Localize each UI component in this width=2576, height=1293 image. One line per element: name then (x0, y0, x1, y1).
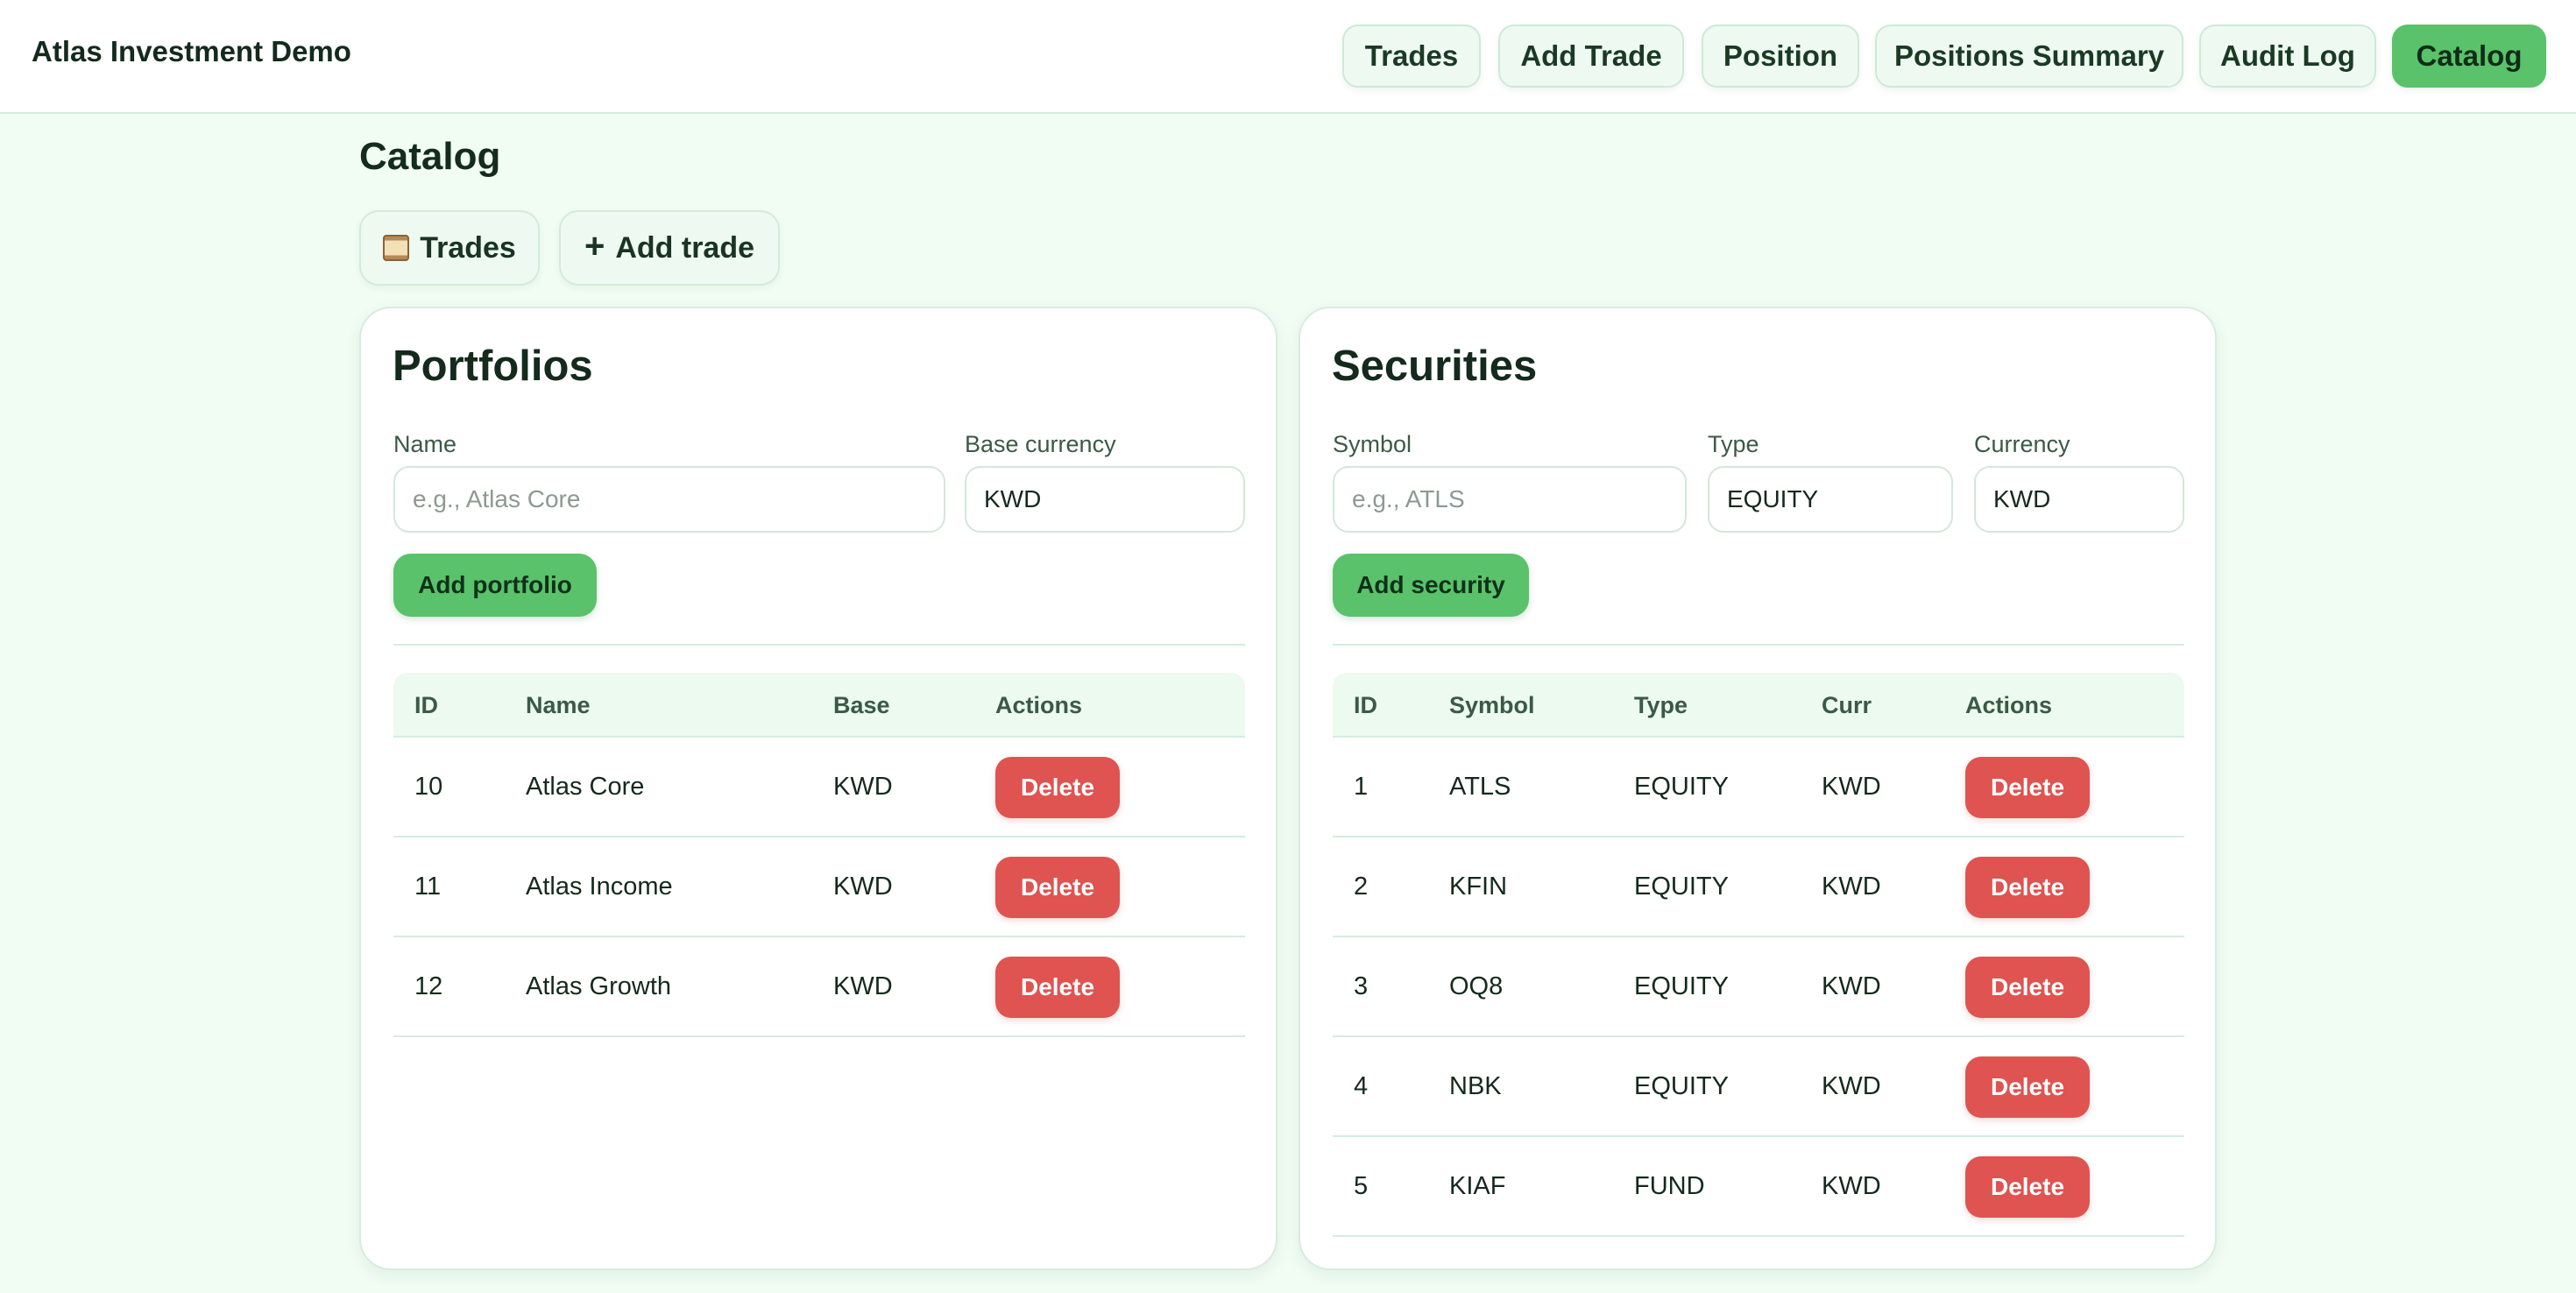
scroll-icon (383, 235, 410, 261)
quick-trades-button[interactable]: Trades (359, 210, 540, 286)
security-curr: KWD (1822, 972, 1881, 1000)
table-row: 11 Atlas Income KWD Delete (393, 837, 1245, 937)
base-currency-input[interactable] (965, 466, 1245, 533)
security-id: 1 (1354, 773, 1369, 801)
security-symbol: KFIN (1449, 873, 1508, 901)
securities-divider (1333, 644, 2184, 646)
delete-security-button[interactable]: Delete (1965, 1056, 2090, 1118)
security-curr: KWD (1822, 873, 1881, 901)
security-type: EQUITY (1634, 972, 1729, 1000)
nav-add-trade-button[interactable]: Add Trade (1498, 25, 1684, 88)
security-symbol: KIAF (1449, 1172, 1506, 1200)
portfolio-name: Atlas Income (526, 873, 673, 901)
security-id: 5 (1354, 1172, 1369, 1200)
security-type: EQUITY (1634, 773, 1729, 801)
portfolio-base: KWD (833, 773, 893, 801)
app-title: Atlas Investment Demo (32, 35, 351, 67)
nav-audit-log-button[interactable]: Audit Log (2199, 25, 2376, 88)
securities-table-header: ID Symbol Type Curr Actions (1333, 673, 2184, 738)
page-title: Catalog (359, 135, 501, 178)
quick-trades-label: Trades (420, 230, 516, 265)
nav-catalog-button[interactable]: Catalog (2392, 25, 2546, 88)
base-currency-label: Base currency (965, 431, 1116, 457)
security-symbol: NBK (1449, 1072, 1502, 1100)
currency-label: Currency (1974, 431, 2070, 457)
security-curr: KWD (1822, 1072, 1881, 1100)
security-curr: KWD (1822, 1172, 1881, 1200)
add-security-button[interactable]: Add security (1333, 554, 1529, 617)
portfolio-base: KWD (833, 972, 893, 1000)
portfolio-name-input[interactable] (393, 466, 945, 533)
column-header-symbol: Symbol (1449, 692, 1535, 718)
column-header-actions: Actions (995, 692, 1083, 718)
column-header-type: Type (1634, 692, 1688, 718)
security-id: 2 (1354, 873, 1369, 901)
type-input[interactable] (1708, 466, 1953, 533)
table-row: 4 NBK EQUITY KWD Delete (1333, 1037, 2184, 1137)
portfolios-title: Portfolios (393, 343, 593, 390)
portfolios-table: ID Name Base Actions 10 Atlas Core KWD D… (393, 673, 1245, 1037)
table-row: 10 Atlas Core KWD Delete (393, 738, 1245, 837)
add-portfolio-button[interactable]: Add portfolio (393, 554, 597, 617)
nav-position-button[interactable]: Position (1702, 25, 1859, 88)
security-type: EQUITY (1634, 1072, 1729, 1100)
security-type: EQUITY (1634, 873, 1729, 901)
portfolio-name-label: Name (393, 431, 457, 457)
portfolio-base: KWD (833, 873, 893, 901)
plus-icon: + (584, 227, 605, 265)
portfolio-name: Atlas Growth (526, 972, 671, 1000)
delete-portfolio-button[interactable]: Delete (995, 857, 1120, 918)
portfolio-id: 12 (414, 972, 443, 1000)
security-symbol: OQ8 (1449, 972, 1504, 1000)
portfolios-card: Portfolios Name Base currency Add portfo… (359, 307, 1277, 1270)
delete-security-button[interactable]: Delete (1965, 957, 2090, 1018)
securities-card: Securities Symbol Type Currency Add secu… (1299, 307, 2217, 1270)
delete-security-button[interactable]: Delete (1965, 857, 2090, 918)
delete-security-button[interactable]: Delete (1965, 757, 2090, 818)
type-label: Type (1708, 431, 1759, 457)
table-row: 5 KIAF FUND KWD Delete (1333, 1137, 2184, 1237)
quick-add-trade-button[interactable]: + Add trade (559, 210, 780, 286)
portfolio-id: 11 (414, 873, 442, 901)
column-header-id: ID (414, 692, 438, 718)
top-header: Atlas Investment Demo Trades Add Trade P… (0, 0, 2576, 114)
security-id: 3 (1354, 972, 1369, 1000)
delete-portfolio-button[interactable]: Delete (995, 757, 1120, 818)
table-row: 2 KFIN EQUITY KWD Delete (1333, 837, 2184, 937)
quick-add-trade-label: Add trade (615, 230, 755, 265)
symbol-input[interactable] (1333, 466, 1687, 533)
security-symbol: ATLS (1449, 773, 1511, 801)
delete-security-button[interactable]: Delete (1965, 1156, 2090, 1218)
portfolio-id: 10 (414, 773, 443, 801)
portfolios-divider (393, 644, 1245, 646)
column-header-actions: Actions (1965, 692, 2053, 718)
delete-portfolio-button[interactable]: Delete (995, 957, 1120, 1018)
column-header-curr: Curr (1822, 692, 1872, 718)
table-row: 3 OQ8 EQUITY KWD Delete (1333, 937, 2184, 1037)
security-id: 4 (1354, 1072, 1369, 1100)
portfolios-table-header: ID Name Base Actions (393, 673, 1245, 738)
symbol-label: Symbol (1333, 431, 1412, 457)
nav-positions-summary-button[interactable]: Positions Summary (1875, 25, 2183, 88)
table-row: 12 Atlas Growth KWD Delete (393, 937, 1245, 1037)
currency-input[interactable] (1974, 466, 2184, 533)
nav-trades-button[interactable]: Trades (1342, 25, 1481, 88)
column-header-name: Name (526, 692, 591, 718)
table-row: 1 ATLS EQUITY KWD Delete (1333, 738, 2184, 837)
securities-title: Securities (1332, 343, 1538, 390)
security-curr: KWD (1822, 773, 1881, 801)
column-header-id: ID (1354, 692, 1377, 718)
security-type: FUND (1634, 1172, 1705, 1200)
column-header-base: Base (833, 692, 890, 718)
portfolio-name: Atlas Core (526, 773, 645, 801)
securities-table: ID Symbol Type Curr Actions 1 ATLS EQUIT… (1333, 673, 2184, 1237)
